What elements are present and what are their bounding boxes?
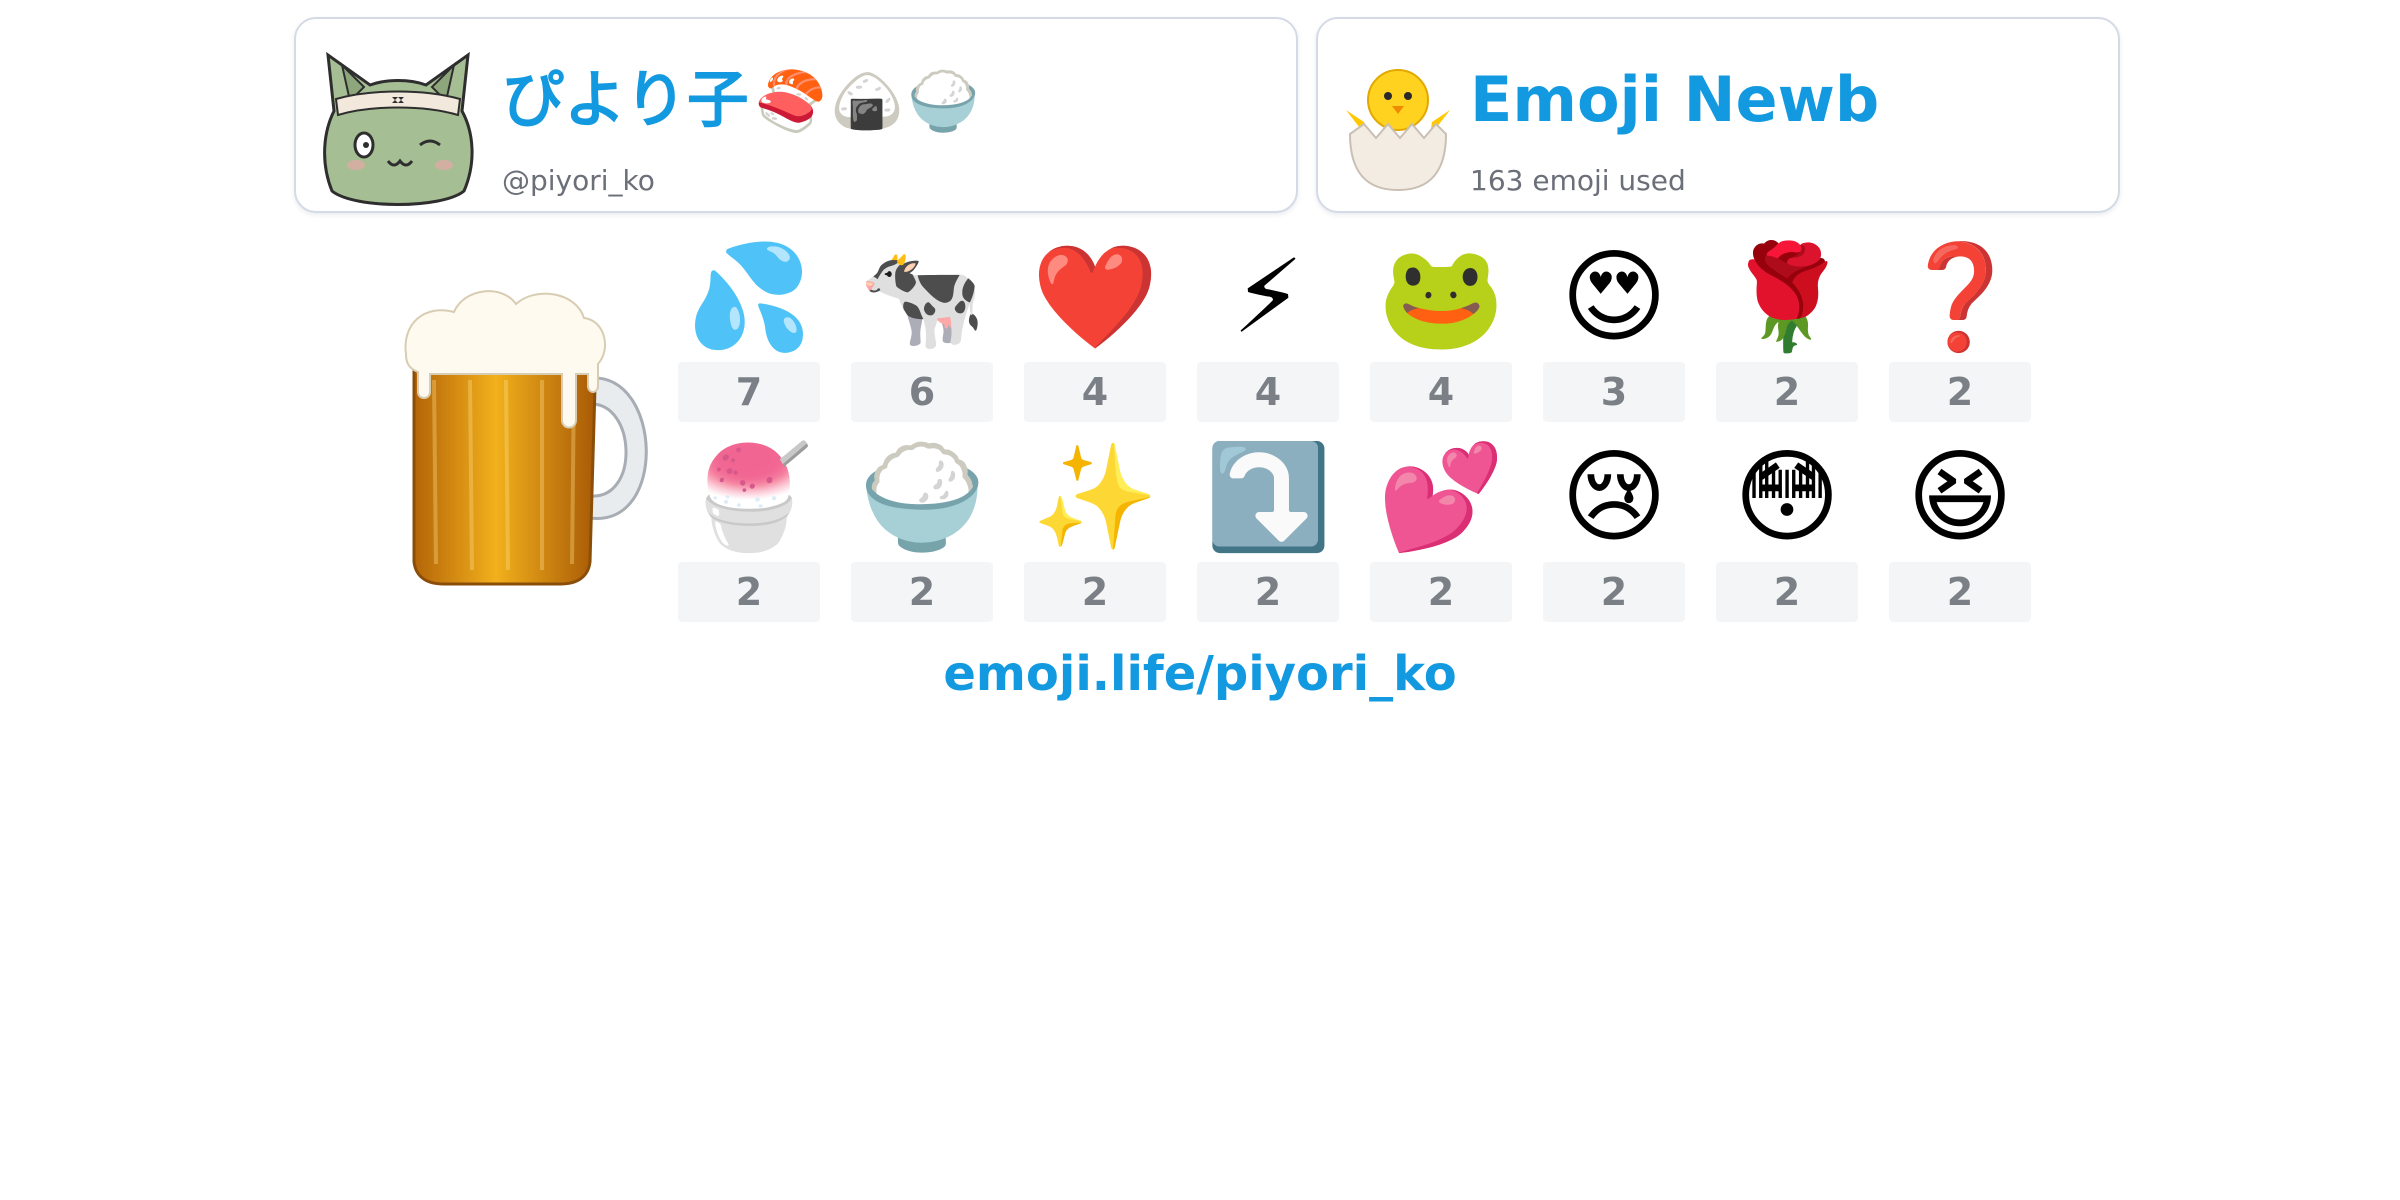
emoji-count: 2 [1716, 362, 1858, 422]
emoji-glyph: 🍧 [685, 438, 813, 557]
emoji-glyph: 😆 [1906, 438, 2014, 557]
emoji-glyph: 🌹 [1723, 238, 1851, 357]
beer-mug-icon [404, 290, 648, 586]
emoji-count: 4 [1370, 362, 1512, 422]
emoji-stat[interactable]: 🐄 6 [851, 236, 993, 426]
emoji-count: 4 [1024, 362, 1166, 422]
emoji-stat[interactable]: ❤️ 4 [1024, 236, 1166, 426]
emoji-glyph: 🐸 [1377, 238, 1505, 357]
emoji-count: 4 [1197, 362, 1339, 422]
emoji-stat[interactable]: 🍧 2 [678, 436, 820, 626]
cat-headband-avatar-icon [323, 51, 474, 206]
emoji-stat[interactable]: ❓ 2 [1889, 236, 2031, 426]
emoji-count: 2 [1889, 562, 2031, 622]
emoji-glyph: 😳 [1733, 438, 1841, 557]
emoji-glyph: 😢 [1560, 438, 1668, 557]
emoji-stat[interactable]: 💕 2 [1370, 436, 1512, 626]
rank-card[interactable]: Emoji Newb 163 emoji used [1316, 17, 2120, 213]
profile-url-link[interactable]: emoji.life/piyori_ko [0, 650, 2400, 698]
emoji-count: 2 [1543, 562, 1685, 622]
emoji-stat[interactable]: 😳 2 [1716, 436, 1858, 626]
emoji-stat[interactable]: 🌹 2 [1716, 236, 1858, 426]
emoji-glyph: 🐄 [858, 238, 986, 357]
emoji-stat[interactable]: ⚡ 4 [1197, 236, 1339, 426]
emoji-count: 2 [678, 562, 820, 622]
emoji-glyph: 💦 [685, 238, 813, 357]
emoji-count: 3 [1543, 362, 1685, 422]
emoji-count: 2 [851, 562, 993, 622]
emoji-stat[interactable]: 💦 7 [678, 236, 820, 426]
emoji-glyph: 🍚 [858, 438, 986, 557]
rank-title: Emoji Newb [1470, 63, 1880, 136]
emoji-count: 2 [1370, 562, 1512, 622]
emoji-stat[interactable]: ⤵️ 2 [1197, 436, 1339, 626]
emoji-glyph: ✨ [1031, 438, 1159, 557]
emoji-glyph: 💕 [1377, 438, 1505, 557]
emoji-stat[interactable]: 😆 2 [1889, 436, 2031, 626]
emoji-glyph: ⤵️ [1204, 438, 1332, 557]
profile-card[interactable]: ぴより子 🍣🍙🍚 @piyori_ko [294, 17, 1298, 213]
emoji-glyph: ❤️ [1031, 238, 1159, 357]
emoji-stat[interactable]: 😢 2 [1543, 436, 1685, 626]
emoji-count: 2 [1024, 562, 1166, 622]
emoji-glyph: 😍 [1560, 238, 1668, 357]
display-name-text: ぴより子 [502, 63, 749, 136]
emoji-stat[interactable]: ✨ 2 [1024, 436, 1166, 626]
emoji-count: 2 [1716, 562, 1858, 622]
emoji-profile-page: ぴより子 🍣🍙🍚 @piyori_ko Emoji Newb 163 emoji … [0, 0, 2400, 1200]
emoji-count: 7 [678, 362, 820, 422]
emoji-count: 2 [1197, 562, 1339, 622]
emoji-stat[interactable]: 😍 3 [1543, 236, 1685, 426]
emoji-glyph: ❓ [1896, 238, 2024, 357]
hatching-chick-icon [1346, 69, 1450, 192]
emoji-count: 6 [851, 362, 993, 422]
rank-subtitle: 163 emoji used [1470, 164, 1686, 197]
profile-handle: @piyori_ko [502, 164, 655, 197]
profile-display-name: ぴより子 🍣🍙🍚 [502, 69, 983, 131]
emoji-glyph: ⚡ [1232, 238, 1304, 357]
display-name-emoji: 🍣🍙🍚 [754, 67, 984, 135]
emoji-stat[interactable]: 🐸 4 [1370, 236, 1512, 426]
emoji-stat[interactable]: 🍚 2 [851, 436, 993, 626]
emoji-count: 2 [1889, 362, 2031, 422]
